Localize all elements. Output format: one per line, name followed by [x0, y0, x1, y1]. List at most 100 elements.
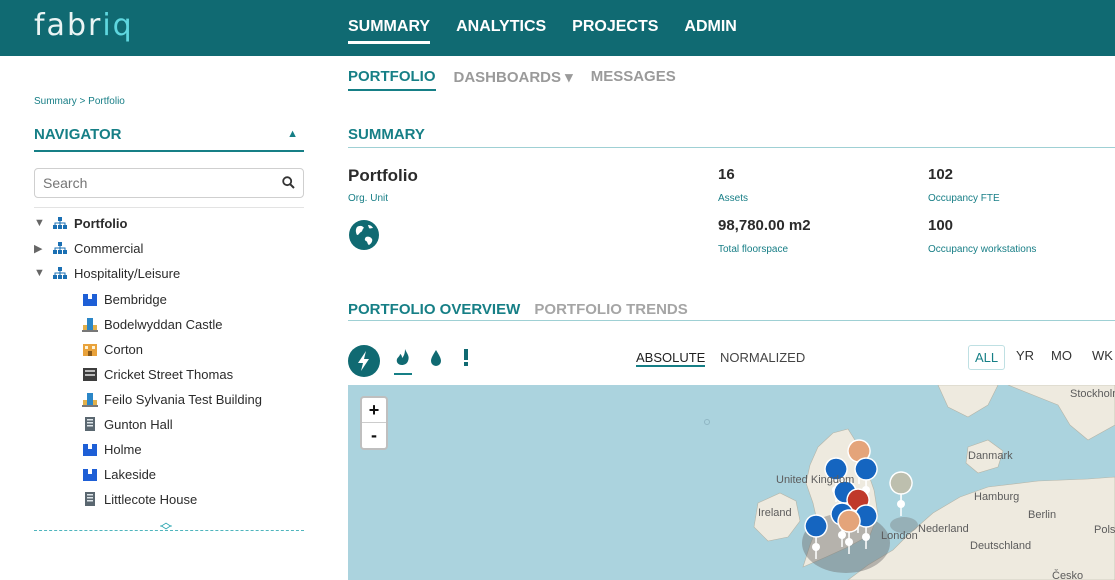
- tree-node-holme[interactable]: Holme: [82, 438, 142, 460]
- tree-label: Bodelwyddan Castle: [104, 316, 223, 332]
- electricity-button[interactable]: [348, 345, 380, 377]
- tree-node-bembridge[interactable]: Bembridge: [82, 288, 167, 310]
- period-yr[interactable]: YR: [1016, 348, 1034, 363]
- tree-label: Gunton Hall: [104, 416, 173, 432]
- map-label-london: London: [881, 530, 918, 542]
- divider: [34, 207, 304, 208]
- floorspace-label: Total floorspace: [718, 244, 789, 255]
- overview-tabs: PORTFOLIO OVERVIEW PORTFOLIO TRENDS: [348, 301, 1115, 321]
- tree-node-littlecote-house[interactable]: Littlecote House: [82, 488, 197, 510]
- tree-label: Littlecote House: [104, 491, 198, 507]
- navigator-search: [34, 168, 304, 198]
- tower-building-icon: [85, 417, 95, 431]
- tree-node-cricket-street-thomas[interactable]: Cricket Street Thomas: [82, 363, 233, 385]
- navigator-title: NAVIGATOR: [34, 126, 122, 143]
- tree-label: Commercial: [74, 240, 144, 256]
- main-nav: SUMMARY ANALYTICS PROJECTS ADMIN: [348, 18, 737, 44]
- collapsed-triangle-icon[interactable]: ▶: [34, 242, 46, 255]
- building-icon: [83, 368, 97, 381]
- occupancy-fte-label: Occupancy FTE: [928, 193, 1000, 204]
- normalized-toggle[interactable]: NORMALIZED: [720, 350, 805, 365]
- tab-portfolio-overview[interactable]: PORTFOLIO OVERVIEW: [348, 301, 520, 318]
- map-label-cesko: Česko: [1052, 570, 1084, 580]
- water-drop-icon: [431, 350, 441, 366]
- absolute-toggle[interactable]: ABSOLUTE: [636, 350, 706, 367]
- top-bar: fabriq SUMMARY ANALYTICS PROJECTS ADMIN: [0, 0, 1115, 56]
- map-label-berlin: Berlin: [1028, 509, 1057, 521]
- building-icon: [83, 294, 97, 306]
- map-label-deutschland: Deutschland: [970, 540, 1032, 552]
- collapse-caret-icon[interactable]: ▲: [287, 128, 298, 140]
- map-label-hamburg: Hamburg: [974, 491, 1020, 503]
- workstations-label: Occupancy workstations: [928, 244, 1037, 255]
- zoom-in-button[interactable]: +: [362, 398, 386, 423]
- tree-label: Cricket Street Thomas: [104, 366, 234, 382]
- org-hierarchy-icon: [53, 217, 67, 229]
- tab-messages[interactable]: MESSAGES: [591, 68, 676, 91]
- fabriq-logo[interactable]: fabriq: [34, 8, 134, 43]
- assets-value: 16: [718, 166, 735, 183]
- resize-chevrons-icon[interactable]: ︿ ﹀: [160, 516, 172, 537]
- tree-node-hospitality[interactable]: ▼ Hospitality/Leisure: [34, 262, 180, 284]
- tree-node-commercial[interactable]: ▶ Commercial: [34, 237, 143, 259]
- tree-label: Lakeside: [104, 466, 157, 482]
- tab-portfolio-trends[interactable]: PORTFOLIO TRENDS: [534, 301, 687, 318]
- occupancy-fte-value: 102: [928, 166, 954, 183]
- period-mo[interactable]: MO: [1051, 348, 1072, 363]
- map-label-pols: Pols: [1094, 524, 1115, 536]
- assets-label: Assets: [718, 193, 749, 204]
- tree-node-bodelwyddan-castle[interactable]: Bodelwyddan Castle: [82, 313, 223, 335]
- building-icon: [83, 444, 97, 456]
- map-label-nederland: Nederland: [918, 523, 969, 535]
- portfolio-map[interactable]: Stockholm Danmark United Kingdom Hamburg…: [348, 385, 1115, 580]
- summary-title: SUMMARY: [348, 126, 1115, 148]
- breadcrumb[interactable]: Summary > Portfolio: [34, 96, 125, 107]
- tree-node-portfolio[interactable]: ▼ Portfolio: [34, 212, 127, 234]
- water-button[interactable]: [428, 345, 444, 376]
- map-label-stockholm: Stockholm: [1070, 388, 1115, 400]
- zoom-out-button[interactable]: -: [362, 423, 386, 448]
- expanded-triangle-icon[interactable]: ▼: [34, 267, 46, 279]
- tree-label: Feilo Sylvania Test Building: [104, 391, 263, 407]
- nav-projects[interactable]: PROJECTS: [572, 18, 658, 44]
- tree-label: Corton: [104, 341, 144, 357]
- org-hierarchy-icon: [53, 267, 67, 279]
- nav-summary[interactable]: SUMMARY: [348, 18, 431, 44]
- alerts-button[interactable]: [461, 345, 471, 376]
- tree-node-gunton-hall[interactable]: Gunton Hall: [82, 413, 173, 435]
- search-icon[interactable]: [282, 176, 295, 194]
- tree-node-lakeside[interactable]: Lakeside: [82, 463, 156, 485]
- building-site-icon: [82, 393, 98, 407]
- floorspace-value: 98,780.00 m2: [718, 217, 811, 234]
- tower-building-icon: [85, 492, 95, 506]
- nav-analytics[interactable]: ANALYTICS: [456, 18, 546, 44]
- sub-nav: PORTFOLIO DASHBOARDS ▾ MESSAGES: [348, 68, 676, 91]
- building-site-icon: [82, 318, 98, 332]
- tree-label: Holme: [104, 441, 142, 457]
- tree-node-feilo-sylvania[interactable]: Feilo Sylvania Test Building: [82, 388, 262, 410]
- search-input[interactable]: [35, 169, 265, 197]
- workstations-value: 100: [928, 217, 954, 234]
- org-type: Org. Unit: [348, 193, 389, 204]
- tab-portfolio[interactable]: PORTFOLIO: [348, 68, 436, 91]
- nav-admin[interactable]: ADMIN: [684, 18, 736, 44]
- globe-icon: [349, 220, 379, 250]
- lightning-icon: [358, 351, 369, 371]
- flame-icon: [396, 349, 409, 365]
- period-wk[interactable]: WK: [1092, 348, 1113, 363]
- map-label-ireland: Ireland: [758, 507, 792, 519]
- tab-dashboards[interactable]: DASHBOARDS ▾: [454, 68, 573, 91]
- period-all[interactable]: ALL: [968, 345, 1006, 370]
- navigator-header[interactable]: NAVIGATOR ▲: [34, 126, 304, 152]
- map-pin-grey-1: [889, 471, 913, 517]
- expanded-triangle-icon[interactable]: ▼: [34, 217, 46, 229]
- org-hierarchy-icon: [53, 242, 67, 254]
- tree-label: Bembridge: [104, 291, 167, 307]
- map-label-uk: United Kingdom: [776, 474, 855, 486]
- tree-node-corton[interactable]: Corton: [82, 338, 143, 360]
- map-zoom-control: + -: [360, 396, 388, 450]
- gas-button[interactable]: [394, 345, 412, 375]
- building-icon: [83, 469, 97, 481]
- exclamation-icon: [464, 349, 468, 366]
- building-icon: [83, 344, 97, 356]
